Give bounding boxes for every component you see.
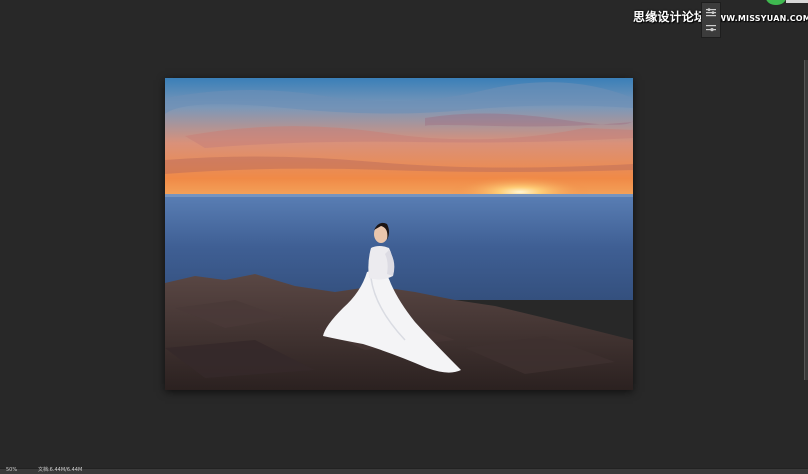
watermark-text: 思缘设计论坛	[633, 10, 707, 24]
adjust-icon[interactable]	[705, 22, 717, 34]
collapsed-panel-strip	[701, 2, 721, 38]
watermark-url: WWW.MISSYUAN.COM	[708, 14, 808, 23]
document-canvas-photo[interactable]	[165, 78, 633, 390]
brush-settings-icon[interactable]	[705, 7, 717, 19]
status-bar: 50% 文档:6.44M/6.44M	[0, 467, 808, 474]
top-right-panel-edge	[786, 0, 808, 3]
status-indicator-icon	[766, 0, 786, 5]
vertical-scrollbar[interactable]	[804, 60, 808, 380]
document-workspace: 思缘设计论坛 WWW.MISSYUAN.COM 50% 文档:6.44M/6.44…	[0, 0, 808, 474]
wedding-photo	[165, 78, 633, 390]
